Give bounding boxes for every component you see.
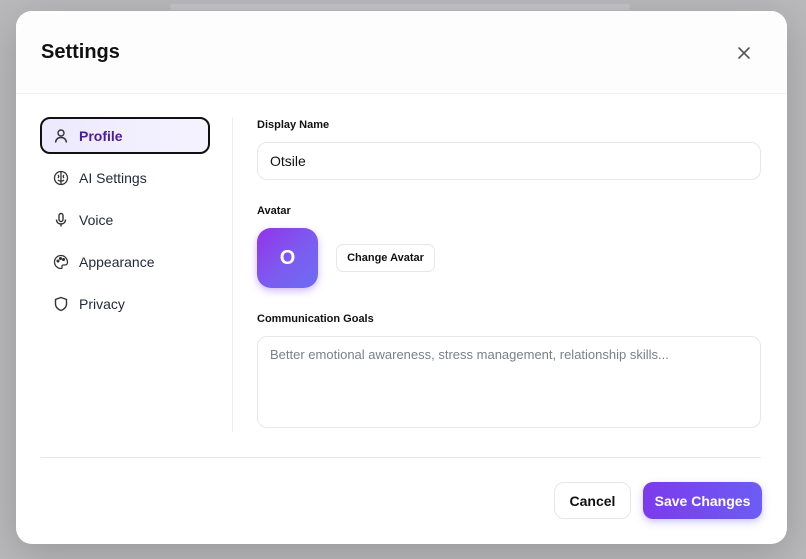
- nav-item-profile[interactable]: Profile: [40, 117, 210, 154]
- settings-dialog: Settings Profile AI Settings Voice Appea…: [16, 11, 787, 544]
- background-header-bar: [170, 4, 630, 10]
- user-icon: [53, 128, 69, 144]
- avatar: O: [257, 228, 318, 288]
- shield-icon: [53, 296, 69, 312]
- avatar-label: Avatar: [257, 205, 291, 217]
- nav-item-ai-settings[interactable]: AI Settings: [40, 159, 210, 196]
- communication-goals-label: Communication Goals: [257, 313, 374, 325]
- change-avatar-button[interactable]: Change Avatar: [336, 244, 435, 272]
- display-name-label: Display Name: [257, 119, 330, 131]
- settings-nav: Profile AI Settings Voice Appearance Pri…: [40, 117, 210, 327]
- nav-item-appearance[interactable]: Appearance: [40, 243, 210, 280]
- nav-item-label: Appearance: [79, 253, 155, 270]
- display-name-input[interactable]: [257, 142, 761, 180]
- dialog-title: Settings: [41, 41, 120, 63]
- save-changes-button[interactable]: Save Changes: [643, 482, 762, 519]
- communication-goals-input[interactable]: [257, 336, 761, 428]
- nav-item-voice[interactable]: Voice: [40, 201, 210, 238]
- close-icon: [737, 46, 751, 60]
- brain-icon: [53, 170, 69, 186]
- nav-item-label: Privacy: [79, 295, 125, 312]
- cancel-button[interactable]: Cancel: [554, 482, 631, 519]
- nav-item-label: Voice: [79, 211, 114, 228]
- footer-divider: [41, 457, 761, 458]
- nav-divider: [232, 117, 233, 432]
- microphone-icon: [53, 212, 69, 228]
- dialog-header: Settings: [16, 11, 787, 94]
- nav-item-label: AI Settings: [79, 169, 147, 186]
- nav-item-privacy[interactable]: Privacy: [40, 285, 210, 322]
- close-button[interactable]: [732, 41, 756, 65]
- nav-item-label: Profile: [79, 127, 123, 144]
- palette-icon: [53, 254, 69, 270]
